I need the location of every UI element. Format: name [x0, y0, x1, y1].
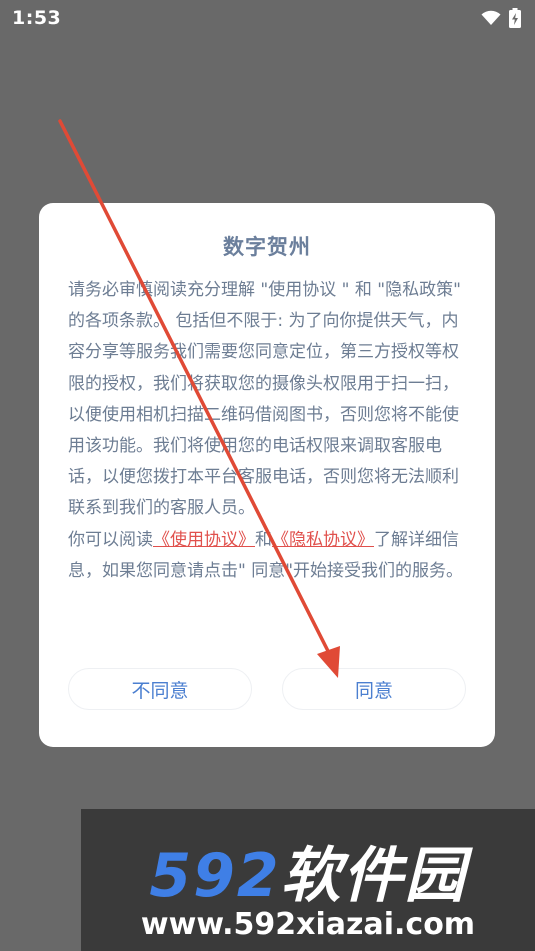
watermark-brand-digits: 592	[149, 841, 281, 911]
conjunction-text: 和	[255, 529, 272, 550]
status-icons	[481, 8, 521, 28]
privacy-policy-link[interactable]: 《隐私协议》	[272, 530, 374, 550]
watermark-url: www.592xiazai.com	[140, 907, 476, 942]
watermark-logo: 592软件园	[81, 827, 535, 914]
dialog-title: 数字贺州	[223, 235, 311, 259]
wifi-icon	[481, 10, 501, 25]
privacy-agreement-dialog: 数字贺州 请务必审慎阅读充分理解 "使用协议 " 和 "隐私政策" 的各项条款。…	[39, 203, 495, 747]
status-time: 1:53	[12, 7, 62, 29]
agreement-paragraph: 请务必审慎阅读充分理解 "使用协议 " 和 "隐私政策" 的各项条款。 包括但不…	[68, 280, 461, 519]
agreement-links-paragraph: 你可以阅读《使用协议》和《隐私协议》了解详细信息，如果您同意请点击" 同意"开始…	[68, 525, 470, 587]
battery-charging-icon	[509, 8, 521, 28]
agree-button[interactable]: 同意	[282, 668, 466, 710]
watermark-brand-text: 软件园	[280, 841, 467, 911]
disagree-button[interactable]: 不同意	[68, 668, 252, 710]
read-prefix-text: 你可以阅读	[68, 529, 153, 550]
terms-of-use-link[interactable]: 《使用协议》	[153, 530, 255, 550]
dialog-body: 请务必审慎阅读充分理解 "使用协议 " 和 "隐私政策" 的各项条款。 包括但不…	[68, 275, 470, 587]
status-bar: 1:53	[0, 0, 535, 36]
watermark: 592软件园 www.592xiazai.com	[81, 809, 535, 951]
